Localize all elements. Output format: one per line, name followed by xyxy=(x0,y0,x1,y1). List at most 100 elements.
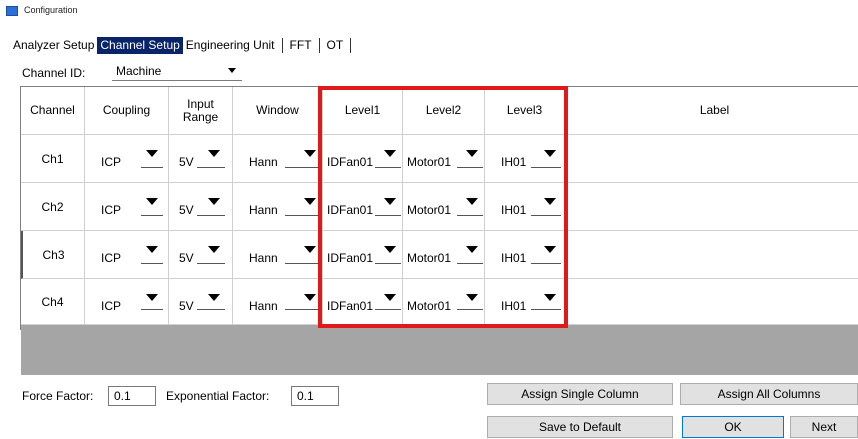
chevron-down-icon[interactable] xyxy=(461,241,483,259)
combo-underline xyxy=(375,309,401,310)
triangle-glyph xyxy=(466,294,478,301)
level3-select[interactable]: IH01 xyxy=(485,279,565,325)
row-header-ch1[interactable]: Ch1 xyxy=(21,135,85,183)
window-value: Hann xyxy=(249,155,278,169)
chevron-down-icon[interactable] xyxy=(203,145,225,163)
level1-select[interactable]: IDFan01 xyxy=(323,135,403,183)
column-header-channel: Channel xyxy=(21,87,85,135)
assign-all-columns-button[interactable]: Assign All Columns xyxy=(680,383,858,405)
window-select[interactable]: Hann xyxy=(233,279,323,325)
channel-id-select[interactable]: Machine xyxy=(112,62,242,81)
combo-underline xyxy=(141,263,163,264)
tab-engineering-unit[interactable]: Engineering Unit xyxy=(183,37,278,54)
input-range-select[interactable]: 5V xyxy=(169,183,233,231)
input-range-value: 5V xyxy=(179,203,194,217)
chevron-down-icon[interactable] xyxy=(461,193,483,211)
level3-value: IH01 xyxy=(501,251,527,265)
force-factor-label: Force Factor: xyxy=(22,389,94,403)
level1-select[interactable]: IDFan01 xyxy=(323,279,403,325)
label-cell[interactable] xyxy=(565,279,858,325)
coupling-select[interactable]: ICP xyxy=(85,135,169,183)
label-cell[interactable] xyxy=(565,231,858,279)
window-value: Hann xyxy=(249,203,278,217)
tab-separator xyxy=(318,37,320,53)
tab-ot[interactable]: OT xyxy=(324,37,347,54)
channel-id-label: Channel ID: xyxy=(22,66,86,80)
chevron-down-icon[interactable] xyxy=(299,193,321,211)
input-range-select[interactable]: 5V xyxy=(169,231,233,279)
label-cell[interactable] xyxy=(565,183,858,231)
force-factor-input[interactable]: 0.1 xyxy=(108,386,156,406)
chevron-down-icon[interactable] xyxy=(539,241,561,259)
row-header-ch3[interactable]: Ch3 xyxy=(21,231,85,279)
level2-select[interactable]: Motor01 xyxy=(403,279,485,325)
chevron-down-icon[interactable] xyxy=(141,193,163,211)
input-range-select[interactable]: 5V xyxy=(169,279,233,325)
coupling-value: ICP xyxy=(101,299,122,313)
coupling-select[interactable]: ICP xyxy=(85,279,169,325)
column-header-level3: Level3 xyxy=(485,87,565,135)
combo-underline xyxy=(531,263,561,264)
chevron-down-icon[interactable] xyxy=(203,241,225,259)
combo-underline xyxy=(197,215,225,216)
level2-select[interactable]: Motor01 xyxy=(403,231,485,279)
app-window-icon xyxy=(6,6,18,16)
combo-underline xyxy=(285,309,321,310)
column-header-coupling: Coupling xyxy=(85,87,169,135)
triangle-glyph xyxy=(544,150,556,157)
chevron-down-icon[interactable] xyxy=(141,241,163,259)
level2-select[interactable]: Motor01 xyxy=(403,135,485,183)
chevron-down-icon[interactable] xyxy=(539,145,561,163)
row-header-ch2[interactable]: Ch2 xyxy=(21,183,85,231)
row-header-ch4[interactable]: Ch4 xyxy=(21,279,85,325)
tab-channel-setup[interactable]: Channel Setup xyxy=(97,36,183,54)
level2-select[interactable]: Motor01 xyxy=(403,183,485,231)
level3-value: IH01 xyxy=(501,155,527,169)
coupling-value: ICP xyxy=(101,155,122,169)
chevron-down-icon[interactable] xyxy=(299,241,321,259)
chevron-down-icon[interactable] xyxy=(379,289,401,307)
window-title: Configuration xyxy=(24,5,78,15)
chevron-down-icon[interactable] xyxy=(141,145,163,163)
exponential-factor-input[interactable]: 0.1 xyxy=(291,386,339,406)
level1-select[interactable]: IDFan01 xyxy=(323,183,403,231)
chevron-down-icon[interactable] xyxy=(299,289,321,307)
input-range-select[interactable]: 5V xyxy=(169,135,233,183)
label-cell[interactable] xyxy=(565,135,858,183)
chevron-down-icon[interactable] xyxy=(461,145,483,163)
chevron-down-icon[interactable] xyxy=(379,145,401,163)
window-select[interactable]: Hann xyxy=(233,231,323,279)
triangle-glyph xyxy=(146,246,158,253)
triangle-glyph xyxy=(544,246,556,253)
input-range-value: 5V xyxy=(179,155,194,169)
chevron-down-icon[interactable] xyxy=(203,193,225,211)
chevron-down-icon[interactable] xyxy=(461,289,483,307)
level2-value: Motor01 xyxy=(407,251,452,265)
chevron-down-icon[interactable] xyxy=(539,289,561,307)
tab-fft[interactable]: FFT xyxy=(287,37,315,54)
coupling-select[interactable]: ICP xyxy=(85,231,169,279)
chevron-down-icon[interactable] xyxy=(539,193,561,211)
grid-empty-area xyxy=(21,325,858,375)
window-select[interactable]: Hann xyxy=(233,135,323,183)
level3-select[interactable]: IH01 xyxy=(485,183,565,231)
level3-value: IH01 xyxy=(501,203,527,217)
level1-select[interactable]: IDFan01 xyxy=(323,231,403,279)
chevron-down-icon[interactable] xyxy=(379,193,401,211)
level3-select[interactable]: IH01 xyxy=(485,231,565,279)
level2-value: Motor01 xyxy=(407,155,452,169)
coupling-select[interactable]: ICP xyxy=(85,183,169,231)
chevron-down-icon[interactable] xyxy=(379,241,401,259)
window-select[interactable]: Hann xyxy=(233,183,323,231)
column-header-level1: Level1 xyxy=(323,87,403,135)
chevron-down-icon[interactable] xyxy=(203,289,225,307)
assign-single-column-button[interactable]: Assign Single Column xyxy=(487,383,673,405)
level1-value: IDFan01 xyxy=(327,155,374,169)
tab-analyzer-setup[interactable]: Analyzer Setup xyxy=(10,37,97,54)
next-button[interactable]: Next xyxy=(790,416,858,438)
save-to-default-button[interactable]: Save to Default xyxy=(487,416,673,438)
chevron-down-icon[interactable] xyxy=(141,289,163,307)
level3-select[interactable]: IH01 xyxy=(485,135,565,183)
chevron-down-icon[interactable] xyxy=(299,145,321,163)
ok-button[interactable]: OK xyxy=(682,416,784,438)
